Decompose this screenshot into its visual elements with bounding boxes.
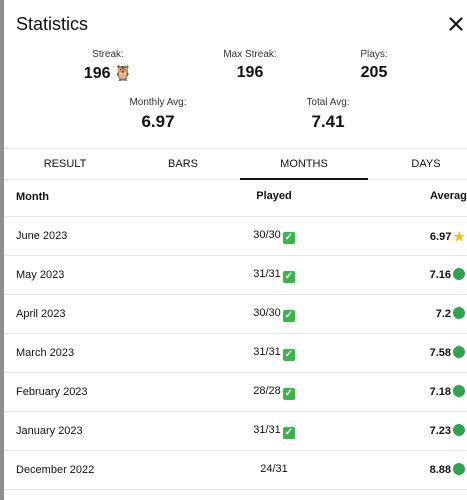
streak-stat: Streak: 196 🦉 [48,49,168,83]
table-row[interactable]: April 2023 30/30 ✓ 7.2 [4,295,467,334]
check-icon: ✓ [282,427,295,439]
green-dot-icon [453,424,465,436]
table-row[interactable]: June 2023 30/30 ✓ 6.97 ★ [4,217,467,256]
tab-months[interactable]: MONTHS [240,149,368,180]
row-month: May 2023 [16,269,65,281]
row-month: February 2023 [16,386,88,398]
total-avg-label: Total Avg: [306,97,350,108]
max-streak-value: 196 [236,64,264,81]
table-header-row: Month Played Average [4,178,467,217]
green-dot-icon [453,346,465,358]
tab-bars[interactable]: BARS [126,149,240,179]
monthly-avg-stat: Monthly Avg: 6.97 [98,97,218,132]
check-icon: ✓ [282,310,295,322]
monthly-avg-value: 6.97 [141,112,175,131]
table-row[interactable]: February 2023 28/28 ✓ 7.18 [4,373,467,412]
row-average: 6.97 [429,231,452,243]
row-average: 8.88 [429,464,451,476]
tab-days[interactable]: DAYS [368,149,467,179]
tab-result[interactable]: RESULT [4,149,126,179]
row-played: 28/28 [253,385,281,397]
table-row[interactable]: May 2023 31/31 ✓ 7.16 [4,256,467,295]
star-icon: ★ [453,229,465,244]
check-icon: ✓ [282,388,295,400]
check-icon: ✓ [282,349,295,361]
plays-value: 205 [360,64,388,81]
row-played: 30/30 [253,307,281,319]
stats-summary: Streak: 196 🦉 Max Streak: 196 Plays: 205 … [4,48,467,148]
row-average: 7.23 [429,425,451,437]
plays-label: Plays: [360,49,388,60]
row-average: 7.18 [429,386,451,398]
green-dot-icon [453,463,465,475]
row-played: 30/30 [253,229,281,241]
table-row[interactable]: December 2022 24/31 8.88 [4,451,467,490]
row-played: 31/31 [253,424,281,436]
row-played: 31/31 [253,268,281,280]
green-dot-icon [453,268,465,280]
streak-value: 196 [83,65,111,82]
row-month: December 2022 [16,464,95,476]
total-avg-value: 7.41 [311,112,345,131]
close-icon[interactable] [445,13,467,35]
owl-icon: 🦉 [113,65,133,82]
max-streak-stat: Max Streak: 196 [190,49,310,82]
col-average-header: Average [429,190,467,202]
table-row[interactable]: March 2023 31/31 ✓ 7.58 [4,334,467,373]
table-row[interactable]: January 2023 31/31 ✓ 7.23 [4,412,467,451]
months-table: Month Played Average June 2023 30/30✓ 6.… [4,178,467,490]
row-month: April 2023 [16,308,66,320]
green-dot-icon [453,385,465,397]
total-avg-stat: Total Avg: 7.41 [268,97,388,132]
row-month: June 2023 [16,230,68,242]
row-month: January 2023 [16,425,83,437]
row-month: March 2023 [16,347,75,359]
row-played: 24/31 [260,463,288,475]
row-average: 7.2 [435,308,451,320]
col-played-header: Played [256,190,292,202]
dialog-header: Statistics [4,0,467,48]
tab-bar: RESULT BARS MONTHS DAYS [4,148,467,180]
plays-stat: Plays: 205 [314,49,434,82]
col-month-header: Month [16,191,49,203]
statistics-dialog: Statistics Streak: 196 🦉 Max Streak: 196 … [4,0,467,500]
row-average: 7.58 [429,347,451,359]
row-average: 7.16 [429,269,451,281]
streak-label: Streak: [92,49,124,60]
max-streak-label: Max Streak: [223,49,277,60]
row-played: 31/31 [253,346,281,358]
green-dot-icon [453,307,465,319]
monthly-avg-label: Monthly Avg: [129,97,187,108]
dialog-title: Statistics [16,14,89,34]
check-icon: ✓ [282,271,295,283]
check-icon: ✓ [282,232,295,244]
